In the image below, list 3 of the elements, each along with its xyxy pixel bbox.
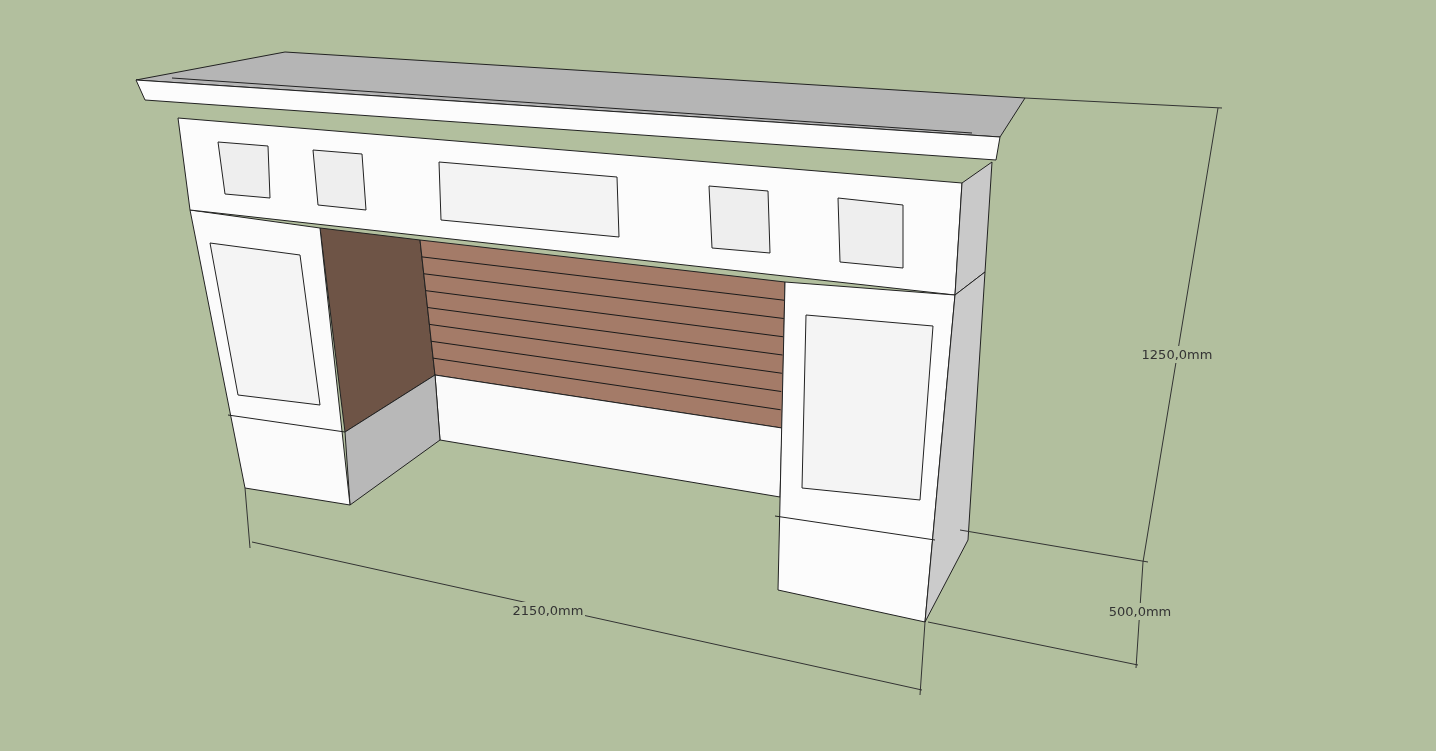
- dimension-label: 1250,0mm: [1141, 347, 1213, 362]
- dimension-label: 500,0mm: [1108, 604, 1172, 619]
- dimension-label: 2150,0mm: [512, 603, 584, 618]
